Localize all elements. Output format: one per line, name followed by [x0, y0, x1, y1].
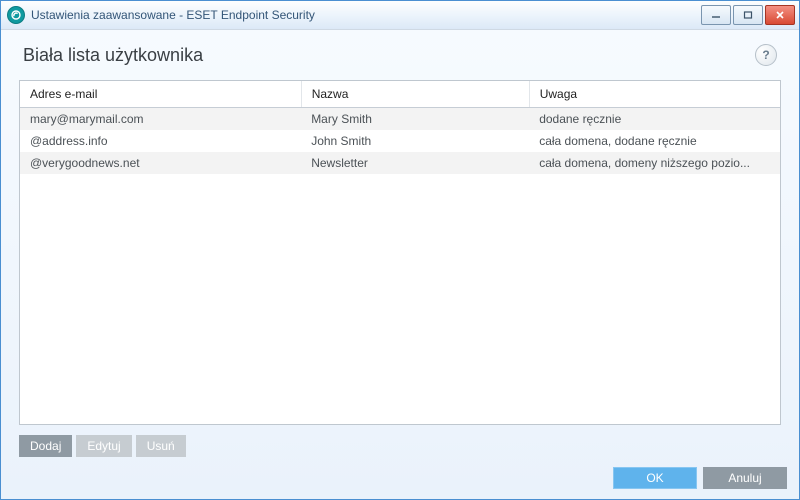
titlebar: Ustawienia zaawansowane - ESET Endpoint … [1, 1, 799, 30]
col-header-name[interactable]: Nazwa [301, 81, 529, 108]
table-row[interactable]: @verygoodnews.net Newsletter cała domena… [20, 152, 780, 174]
cell-note: dodane ręcznie [529, 108, 780, 131]
help-icon: ? [762, 48, 769, 62]
add-button[interactable]: Dodaj [19, 435, 72, 457]
table-row[interactable]: mary@marymail.com Mary Smith dodane ręcz… [20, 108, 780, 131]
pane-header: Biała lista użytkownika ? [1, 30, 799, 76]
page-title: Biała lista użytkownika [23, 45, 755, 66]
footer: OK Anuluj [1, 457, 799, 499]
window-title: Ustawienia zaawansowane - ESET Endpoint … [31, 8, 701, 22]
app-icon [7, 6, 25, 24]
cell-email: @verygoodnews.net [20, 152, 301, 174]
table-header-row: Adres e-mail Nazwa Uwaga [20, 81, 780, 108]
whitelist-table-container: Adres e-mail Nazwa Uwaga mary@marymail.c… [19, 80, 781, 425]
edit-button: Edytuj [76, 435, 131, 457]
maximize-button[interactable] [733, 5, 763, 25]
delete-button: Usuń [136, 435, 186, 457]
cell-note: cała domena, domeny niższego pozio... [529, 152, 780, 174]
cell-email: @address.info [20, 130, 301, 152]
action-buttons: Dodaj Edytuj Usuń [19, 435, 781, 457]
cell-name: Mary Smith [301, 108, 529, 131]
whitelist-table: Adres e-mail Nazwa Uwaga mary@marymail.c… [20, 81, 780, 174]
cell-email: mary@marymail.com [20, 108, 301, 131]
help-button[interactable]: ? [755, 44, 777, 66]
app-window: Ustawienia zaawansowane - ESET Endpoint … [0, 0, 800, 500]
cell-name: Newsletter [301, 152, 529, 174]
window-controls [701, 5, 795, 25]
cell-name: John Smith [301, 130, 529, 152]
ok-button[interactable]: OK [613, 467, 697, 489]
close-button[interactable] [765, 5, 795, 25]
cancel-button[interactable]: Anuluj [703, 467, 787, 489]
col-header-note[interactable]: Uwaga [529, 81, 780, 108]
cell-note: cała domena, dodane ręcznie [529, 130, 780, 152]
table-row[interactable]: @address.info John Smith cała domena, do… [20, 130, 780, 152]
minimize-button[interactable] [701, 5, 731, 25]
col-header-email[interactable]: Adres e-mail [20, 81, 301, 108]
